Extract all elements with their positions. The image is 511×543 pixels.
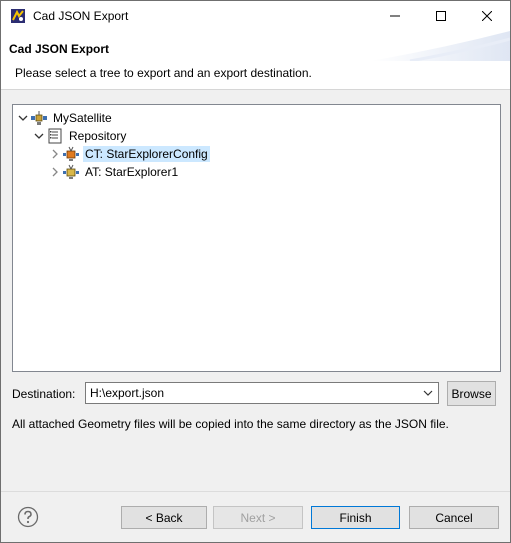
- collapsed-chevron-icon[interactable]: [49, 166, 61, 178]
- cancel-button[interactable]: Cancel: [409, 506, 499, 529]
- tree-item-label: AT: StarExplorer1: [85, 165, 179, 179]
- minimize-button[interactable]: [372, 1, 418, 31]
- expanded-chevron-icon[interactable]: [33, 130, 45, 142]
- assembly-tree-icon: [63, 164, 79, 179]
- help-button[interactable]: [17, 506, 39, 528]
- footer-divider: [1, 491, 510, 492]
- satellite-icon: [31, 111, 47, 125]
- export-dialog: Cad JSON Export Cad JSON Export Please s…: [0, 0, 511, 543]
- repository-icon: [48, 128, 62, 144]
- tree-item-ct-starexplorerconfig[interactable]: CT: StarExplorerConfig: [49, 145, 210, 163]
- close-button[interactable]: [464, 1, 510, 31]
- tree-item-label: CT: StarExplorerConfig: [83, 146, 210, 162]
- destination-label: Destination:: [12, 387, 76, 401]
- maximize-button[interactable]: [418, 1, 464, 31]
- tree-item-at-starexplorer1[interactable]: AT: StarExplorer1: [49, 163, 180, 181]
- help-icon: [17, 506, 39, 528]
- wizard-header: Cad JSON Export Please select a tree to …: [1, 31, 510, 90]
- tree-item-label: Repository: [69, 129, 127, 143]
- export-tree[interactable]: MySatellite Repository CT: StarExplorerC…: [12, 104, 501, 372]
- collapsed-chevron-icon[interactable]: [49, 148, 61, 160]
- banner-decoration: [370, 31, 510, 61]
- next-button[interactable]: Next >: [213, 506, 303, 529]
- tree-item-mysatellite[interactable]: MySatellite: [17, 109, 114, 127]
- minimize-icon: [390, 15, 400, 17]
- title-bar[interactable]: Cad JSON Export: [1, 1, 510, 31]
- maximize-icon: [436, 11, 446, 21]
- config-tree-icon: [63, 146, 79, 161]
- tree-item-label: MySatellite: [53, 111, 112, 125]
- destination-input[interactable]: [90, 385, 410, 401]
- close-icon: [482, 11, 492, 21]
- expanded-chevron-icon[interactable]: [17, 112, 29, 124]
- back-button[interactable]: < Back: [121, 506, 207, 529]
- destination-combo[interactable]: [85, 382, 439, 404]
- finish-button[interactable]: Finish: [311, 506, 400, 529]
- browse-button[interactable]: Browse: [447, 381, 496, 406]
- tree-item-repository[interactable]: Repository: [33, 127, 128, 145]
- chevron-down-icon[interactable]: [421, 386, 435, 400]
- page-description: Please select a tree to export and an ex…: [15, 66, 312, 80]
- page-title: Cad JSON Export: [9, 42, 110, 56]
- eclipse-app-icon: [11, 9, 25, 23]
- geometry-note: All attached Geometry files will be copi…: [12, 417, 449, 431]
- window-title: Cad JSON Export: [33, 9, 129, 23]
